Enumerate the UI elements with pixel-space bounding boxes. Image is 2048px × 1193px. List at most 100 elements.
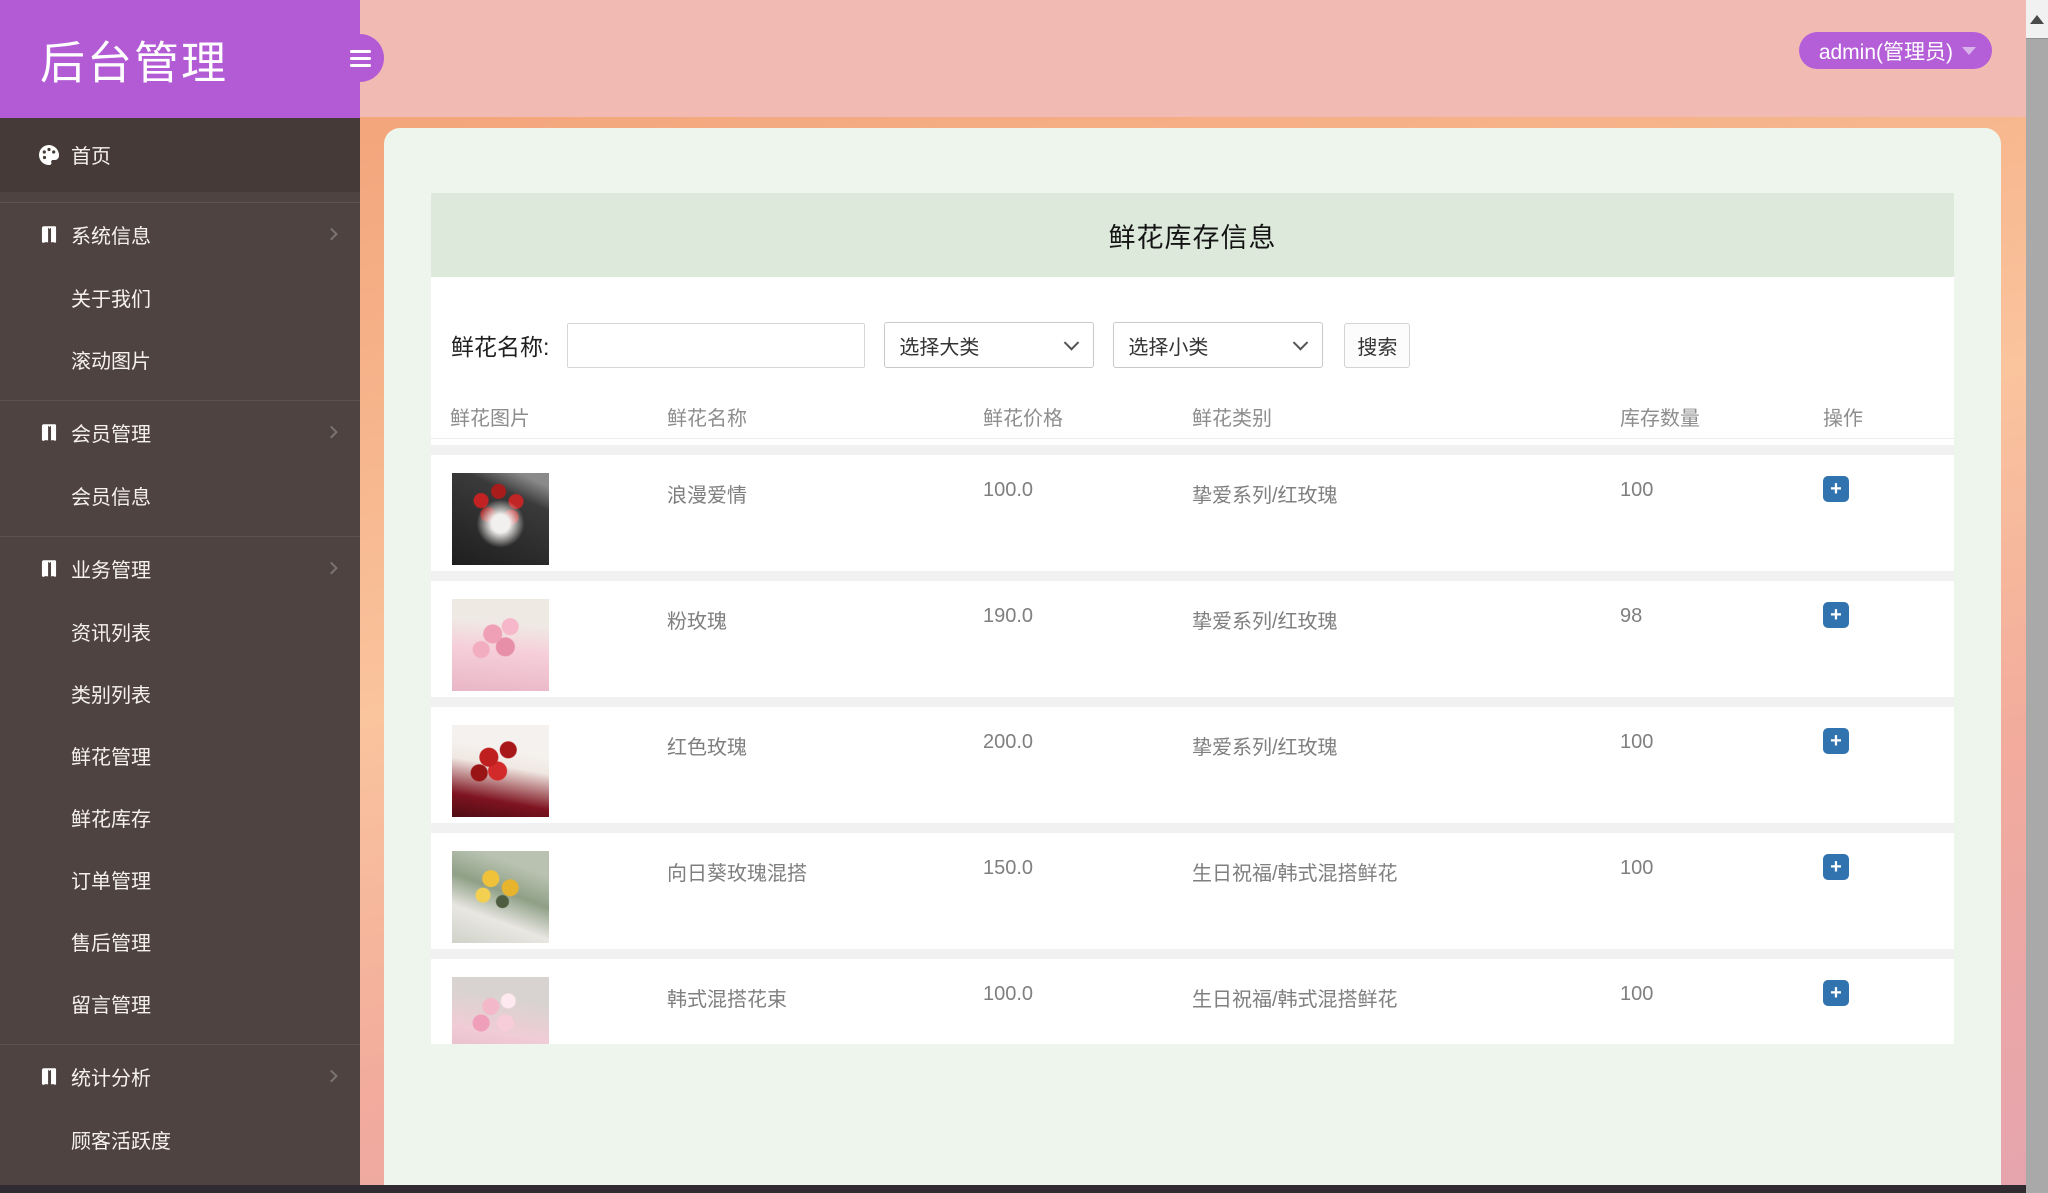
search-button[interactable]: 搜索 xyxy=(1344,322,1411,368)
table-row: 粉玫瑰 190.0 挚爱系列/红玫瑰 98 + xyxy=(431,571,1954,697)
table-row: 韩式混搭花束 100.0 生日祝福/韩式混搭鲜花 100 + xyxy=(431,949,1954,1044)
sidebar-item-label: 会员信息 xyxy=(71,486,151,509)
sidebar-item-label: 鲜花库存 xyxy=(71,808,151,831)
flower-price: 100.0 xyxy=(983,479,1034,501)
stock-quantity: 100 xyxy=(1620,731,1654,753)
scrollbar-up-arrow[interactable] xyxy=(2026,0,2048,38)
chevron-right-icon xyxy=(325,425,338,438)
add-stock-button[interactable]: + xyxy=(1823,728,1849,754)
sidebar-group-system-info[interactable]: 系统信息 xyxy=(0,202,360,266)
hamburger-icon xyxy=(349,49,371,53)
table-row: 红色玫瑰 200.0 挚爱系列/红玫瑰 100 + xyxy=(431,697,1954,823)
app-title: 后台管理 xyxy=(40,37,229,89)
sidebar-item-label: 系统信息 xyxy=(71,226,151,248)
minor-category-selected-value: 选择小类 xyxy=(1128,336,1209,359)
sidebar-item-carousel-images[interactable]: 滚动图片 xyxy=(0,328,360,390)
page-title: 鲜花库存信息 xyxy=(1108,222,1277,253)
scrollbar-thumb[interactable] xyxy=(2026,38,2048,1193)
sidebar-item-label: 鲜花管理 xyxy=(71,746,151,769)
table-body: 浪漫爱情 100.0 挚爱系列/红玫瑰 100 + 粉玫瑰 190.0 挚爱系列… xyxy=(431,445,1954,1044)
sidebar-item-news-list[interactable]: 资讯列表 xyxy=(0,600,360,662)
flower-price: 150.0 xyxy=(983,857,1034,879)
sidebar-item-member-info[interactable]: 会员信息 xyxy=(0,464,360,526)
sidebar-item-category-list[interactable]: 类别列表 xyxy=(0,662,360,724)
brand-header: 后台管理 xyxy=(0,0,360,118)
admin-app: 后台管理 首页 系统信息 关于我们 滚动图片 会员管理 会员信息 业务管理 资讯… xyxy=(0,0,2048,1193)
sidebar-item-order-management[interactable]: 订单管理 xyxy=(0,848,360,910)
col-header-price: 鲜花价格 xyxy=(983,408,1063,430)
table-row: 向日葵玫瑰混搭 150.0 生日祝福/韩式混搭鲜花 100 + xyxy=(431,823,1954,949)
hamburger-menu-button[interactable] xyxy=(336,34,384,82)
chevron-right-icon xyxy=(325,227,338,240)
sidebar-item-label: 顾客活跃度 xyxy=(71,1130,171,1153)
sidebar-item-label: 关于我们 xyxy=(71,288,151,311)
sidebar-item-label: 类别列表 xyxy=(71,684,151,707)
flower-name: 红色玫瑰 xyxy=(667,737,747,759)
flower-price: 200.0 xyxy=(983,731,1034,753)
col-header-category: 鲜花类别 xyxy=(1192,408,1272,430)
add-stock-button[interactable]: + xyxy=(1823,476,1849,502)
topbar: admin(管理员) xyxy=(360,0,2048,117)
admin-user-label: admin(管理员) xyxy=(1818,40,1953,64)
chevron-right-icon xyxy=(325,1069,338,1082)
book-icon xyxy=(37,1065,61,1089)
triangle-up-icon xyxy=(2030,14,2044,24)
col-header-image: 鲜花图片 xyxy=(450,408,530,430)
flower-category: 生日祝福/韩式混搭鲜花 xyxy=(1192,863,1398,885)
sidebar-item-aftersales-management[interactable]: 售后管理 xyxy=(0,910,360,972)
book-icon xyxy=(37,557,61,581)
sidebar-item-label: 留言管理 xyxy=(71,994,151,1017)
flower-category: 挚爱系列/红玫瑰 xyxy=(1192,737,1338,759)
flower-category: 挚爱系列/红玫瑰 xyxy=(1192,485,1338,507)
add-stock-button[interactable]: + xyxy=(1823,854,1849,880)
sidebar-item-label: 订单管理 xyxy=(71,870,151,893)
table-header: 鲜花图片 鲜花名称 鲜花价格 鲜花类别 库存数量 操作 xyxy=(431,389,1954,439)
dashboard-icon xyxy=(37,143,61,167)
sidebar-item-label: 售后管理 xyxy=(71,932,151,955)
flower-image-sunflower-mix xyxy=(452,851,549,943)
flower-name: 粉玫瑰 xyxy=(667,611,727,633)
add-stock-button[interactable]: + xyxy=(1823,980,1849,1006)
sidebar-item-label: 资讯列表 xyxy=(71,622,151,645)
major-category-select[interactable]: 选择大类 xyxy=(884,322,1095,368)
sidebar-group-member-management[interactable]: 会员管理 xyxy=(0,400,360,464)
sidebar-item-flower-inventory[interactable]: 鲜花库存 xyxy=(0,786,360,848)
book-icon xyxy=(37,421,61,445)
flower-category: 生日祝福/韩式混搭鲜花 xyxy=(1192,989,1398,1011)
col-header-name: 鲜花名称 xyxy=(667,408,747,430)
sidebar-item-home[interactable]: 首页 xyxy=(0,118,360,192)
inventory-card: 鲜花名称: 选择大类 选择小类 搜索 鲜花图片 鲜花名称 鲜花价格 鲜花类别 库… xyxy=(431,277,1954,1044)
col-header-actions: 操作 xyxy=(1823,408,1863,430)
vertical-scrollbar[interactable] xyxy=(2026,0,2048,1193)
sidebar-item-flower-management[interactable]: 鲜花管理 xyxy=(0,724,360,786)
sidebar-item-label: 业务管理 xyxy=(71,560,151,582)
sidebar-item-message-management[interactable]: 留言管理 xyxy=(0,972,360,1034)
sidebar-group-statistics[interactable]: 统计分析 xyxy=(0,1044,360,1108)
flower-name: 浪漫爱情 xyxy=(667,485,747,507)
flower-image-romantic-love xyxy=(452,473,549,565)
admin-user-menu[interactable]: admin(管理员) xyxy=(1798,32,1992,69)
col-header-stock: 库存数量 xyxy=(1620,408,1700,430)
sidebar-item-customer-activity[interactable]: 顾客活跃度 xyxy=(0,1108,360,1170)
sidebar-item-label: 首页 xyxy=(71,146,111,168)
page-title-banner: 鲜花库存信息 xyxy=(431,193,1954,277)
flower-category: 挚爱系列/红玫瑰 xyxy=(1192,611,1338,633)
flower-name: 向日葵玫瑰混搭 xyxy=(667,863,807,885)
table-row: 浪漫爱情 100.0 挚爱系列/红玫瑰 100 + xyxy=(431,445,1954,571)
sidebar-group-business-management[interactable]: 业务管理 xyxy=(0,536,360,600)
sidebar-item-label: 滚动图片 xyxy=(71,350,151,373)
chevron-right-icon xyxy=(325,561,338,574)
flower-image-pink-rose xyxy=(452,599,549,691)
flower-name-label: 鲜花名称: xyxy=(451,334,550,360)
sidebar-item-about-us[interactable]: 关于我们 xyxy=(0,266,360,328)
sidebar-menu: 首页 系统信息 关于我们 滚动图片 会员管理 会员信息 业务管理 资讯列表 类别… xyxy=(0,118,360,1170)
flower-name-input[interactable] xyxy=(567,322,866,368)
book-icon xyxy=(37,223,61,247)
stock-quantity: 98 xyxy=(1620,605,1643,627)
stock-quantity: 100 xyxy=(1620,983,1654,1005)
sidebar-item-label: 统计分析 xyxy=(71,1068,151,1090)
bottom-edge-strip xyxy=(0,1185,2048,1193)
minor-category-select[interactable]: 选择小类 xyxy=(1113,322,1324,368)
flower-name: 韩式混搭花束 xyxy=(667,989,787,1011)
add-stock-button[interactable]: + xyxy=(1823,602,1849,628)
